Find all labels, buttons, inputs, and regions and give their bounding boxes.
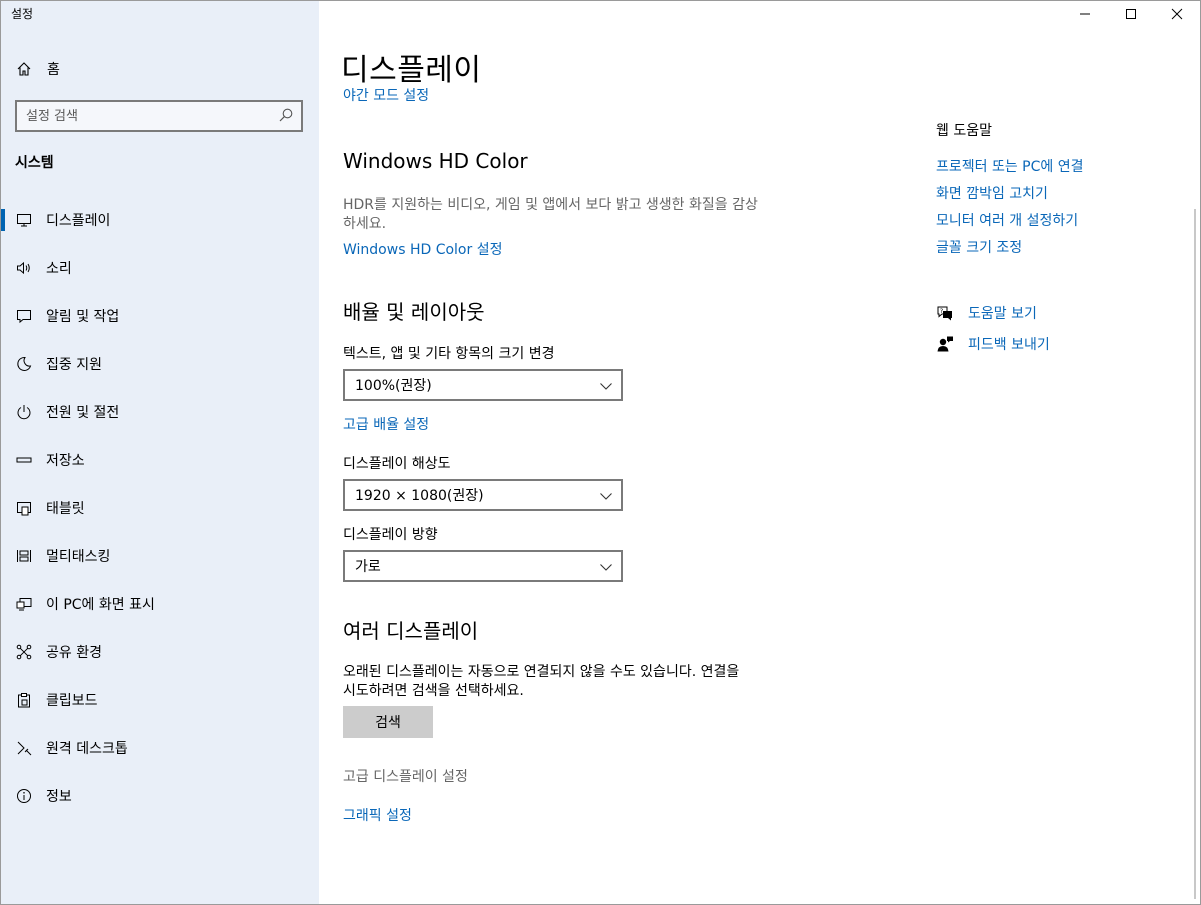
info-icon (15, 787, 33, 805)
scale-layout-heading: 배율 및 레이아웃 (343, 300, 485, 324)
shared-experiences-icon (15, 643, 33, 661)
get-help-item[interactable]: ? 도움말 보기 (936, 303, 1037, 323)
night-light-link-label: 야간 모드 설정 (343, 88, 430, 103)
power-icon (15, 403, 33, 421)
sidebar-item-label: 태블릿 (46, 501, 85, 517)
multiple-displays-description-line2: 시도하려면 검색을 선택하세요. (343, 683, 524, 699)
hdr-description-line1: HDR를 지원하는 비디오, 게임 및 앱에서 보다 밝고 생생한 화질을 감상 (343, 197, 758, 213)
chevron-down-icon (599, 489, 613, 503)
minimize-icon (1079, 5, 1091, 24)
tablet-icon (15, 499, 33, 517)
sidebar-item-label: 이 PC에 화면 표시 (46, 597, 155, 613)
close-icon (1171, 5, 1183, 24)
resolution-dropdown[interactable]: 1920 × 1080(권장) (343, 479, 623, 511)
sidebar-item-about[interactable]: 정보 (1, 772, 319, 820)
sidebar-item-notifications[interactable]: 알림 및 작업 (1, 292, 319, 340)
storage-icon (15, 451, 33, 469)
advanced-display-settings-link[interactable]: 고급 디스플레이 설정 (343, 766, 468, 786)
sidebar-item-clipboard[interactable]: 클립보드 (1, 676, 319, 724)
multiple-displays-description-line1: 오래된 디스플레이는 자동으로 연결되지 않을 수도 있습니다. 연결을 (343, 664, 740, 680)
maximize-button[interactable] (1108, 1, 1154, 27)
home-nav-item[interactable]: 홈 (15, 58, 60, 80)
settings-search-box[interactable] (15, 100, 303, 132)
scale-dropdown[interactable]: 100%(권장) (343, 369, 623, 401)
sidebar-nav: 디스플레이 소리 알림 및 작업 집중 지원 전원 및 절전 저장소 태블릿 멀… (1, 196, 319, 820)
sidebar-item-label: 저장소 (46, 453, 85, 469)
notification-icon (15, 307, 33, 325)
hdr-description-line2: 하세요. (343, 216, 387, 232)
settings-window: 설정 홈 시스템 디스플레이 (0, 0, 1201, 905)
chevron-down-icon (599, 560, 613, 574)
speaker-icon (15, 259, 33, 277)
home-label: 홈 (47, 62, 60, 78)
help-link-connect-projector[interactable]: 프로젝터 또는 PC에 연결 (936, 156, 1084, 176)
clipboard-icon (15, 691, 33, 709)
main-content: 디스플레이 야간 모드 설정 Windows HD Color HDR를 지원하… (319, 1, 1200, 904)
maximize-icon (1125, 5, 1137, 24)
sidebar: 설정 홈 시스템 디스플레이 (1, 1, 319, 904)
sidebar-item-storage[interactable]: 저장소 (1, 436, 319, 484)
search-icon[interactable] (278, 107, 294, 123)
detect-button[interactable]: 검색 (343, 706, 433, 738)
help-chat-icon: ? (936, 304, 954, 322)
moon-icon (15, 355, 33, 373)
sidebar-item-label: 집중 지원 (46, 357, 102, 373)
night-light-link[interactable]: 야간 모드 설정 (343, 81, 543, 103)
remote-desktop-icon (15, 739, 33, 757)
home-icon (15, 60, 33, 78)
get-help-label: 도움말 보기 (968, 306, 1037, 322)
sidebar-item-label: 알림 및 작업 (46, 309, 120, 325)
sidebar-item-label: 멀티태스킹 (46, 549, 111, 565)
hdr-heading: Windows HD Color (343, 149, 528, 173)
help-link-fix-flicker[interactable]: 화면 깜박임 고치기 (936, 183, 1048, 203)
window-controls (1062, 1, 1200, 27)
scale-label: 텍스트, 앱 및 기타 항목의 크기 변경 (343, 346, 555, 362)
sidebar-item-display[interactable]: 디스플레이 (1, 196, 319, 244)
minimize-button[interactable] (1062, 1, 1108, 27)
sidebar-item-power[interactable]: 전원 및 절전 (1, 388, 319, 436)
sidebar-item-label: 소리 (46, 261, 72, 277)
sidebar-item-label: 원격 데스크톱 (46, 741, 128, 757)
scale-value: 100%(권장) (355, 378, 432, 394)
sidebar-item-project-to-this-pc[interactable]: 이 PC에 화면 표시 (1, 580, 319, 628)
search-input[interactable] (17, 103, 267, 129)
resolution-value: 1920 × 1080(권장) (355, 488, 484, 504)
vertical-scrollbar[interactable] (1194, 209, 1196, 899)
hdr-settings-link[interactable]: Windows HD Color 설정 (343, 239, 502, 259)
sidebar-item-sound[interactable]: 소리 (1, 244, 319, 292)
project-icon (15, 595, 33, 613)
svg-text:?: ? (940, 307, 943, 315)
chevron-down-icon (599, 379, 613, 393)
section-title: 시스템 (15, 155, 54, 171)
help-link-font-size[interactable]: 글꼴 크기 조정 (936, 237, 1022, 257)
orientation-value: 가로 (355, 559, 381, 575)
sidebar-item-label: 클립보드 (46, 693, 98, 709)
web-help-title: 웹 도움말 (936, 123, 992, 139)
sidebar-item-tablet[interactable]: 태블릿 (1, 484, 319, 532)
multitasking-icon (15, 547, 33, 565)
close-button[interactable] (1154, 1, 1200, 27)
help-link-multiple-monitors[interactable]: 모니터 여러 개 설정하기 (936, 210, 1078, 230)
monitor-icon (15, 211, 33, 229)
orientation-dropdown[interactable]: 가로 (343, 550, 623, 582)
resolution-label: 디스플레이 해상도 (343, 456, 451, 472)
give-feedback-item[interactable]: 피드백 보내기 (936, 334, 1050, 354)
graphics-settings-link[interactable]: 그래픽 설정 (343, 805, 412, 825)
sidebar-item-label: 전원 및 절전 (46, 405, 120, 421)
feedback-icon (936, 335, 954, 353)
app-title: 설정 (11, 7, 34, 21)
give-feedback-label: 피드백 보내기 (968, 337, 1050, 353)
sidebar-item-label: 공유 환경 (46, 645, 102, 661)
advanced-scaling-link[interactable]: 고급 배율 설정 (343, 414, 429, 434)
sidebar-item-label: 디스플레이 (46, 213, 111, 229)
sidebar-item-focus-assist[interactable]: 집중 지원 (1, 340, 319, 388)
sidebar-item-multitasking[interactable]: 멀티태스킹 (1, 532, 319, 580)
sidebar-item-shared-experiences[interactable]: 공유 환경 (1, 628, 319, 676)
multiple-displays-heading: 여러 디스플레이 (343, 619, 479, 643)
sidebar-item-remote-desktop[interactable]: 원격 데스크톱 (1, 724, 319, 772)
sidebar-item-label: 정보 (46, 789, 72, 805)
orientation-label: 디스플레이 방향 (343, 527, 438, 543)
